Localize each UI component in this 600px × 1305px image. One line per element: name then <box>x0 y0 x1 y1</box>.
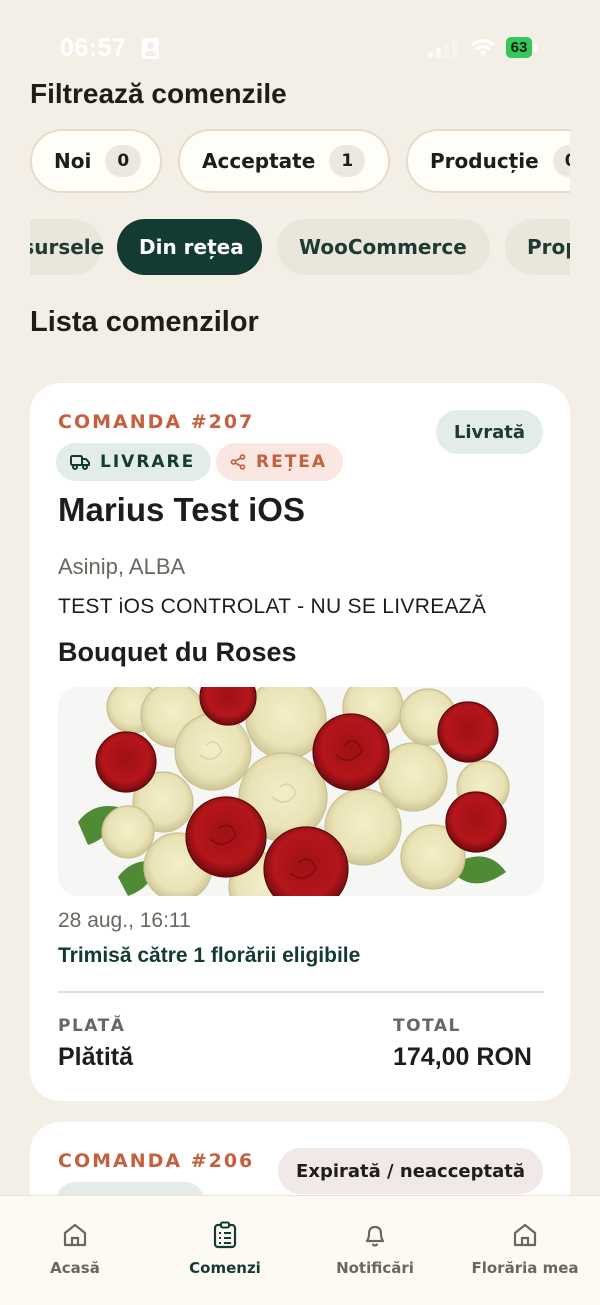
product-image <box>58 687 544 896</box>
wifi-icon <box>471 39 495 56</box>
order-card[interactable]: COMANDA #207 Livrată LIVRARE REȚEA Mariu… <box>30 383 570 1101</box>
source-filter-row[interactable]: Toate sursele Din rețea WooCommerce Prop… <box>30 218 570 276</box>
status-bar: 06:57 63 <box>0 0 600 96</box>
filter-chip-count: 0 <box>552 145 570 177</box>
share-icon <box>230 454 246 470</box>
rose-bouquet-image <box>58 687 544 896</box>
nav-item-notificari[interactable]: Notificări <box>300 1196 450 1305</box>
nav-item-comenzi[interactable]: Comenzi <box>150 1196 300 1305</box>
payment-label: PLATĂ <box>58 1016 126 1036</box>
order-date: 28 aug., 16:11 <box>58 909 191 932</box>
filter-chip-acceptate[interactable]: Acceptate 1 <box>178 129 390 193</box>
network-tag: REȚEA <box>216 443 344 481</box>
filter-chip-count: 1 <box>329 145 366 177</box>
person-icon <box>142 38 159 59</box>
nav-item-acasa[interactable]: Acasă <box>0 1196 150 1305</box>
customer-name: Marius Test iOS <box>58 491 305 528</box>
total-value: 174,00 RON <box>393 1043 532 1071</box>
home-icon <box>63 1223 87 1247</box>
store-icon <box>513 1223 537 1247</box>
order-number: COMANDA #206 <box>58 1150 255 1172</box>
filter-chip-label: Producție <box>430 149 539 173</box>
filter-chip-label: Acceptate <box>202 149 316 173</box>
delivery-tag: LIVRARE <box>56 443 212 481</box>
status-time: 06:57 <box>60 34 127 62</box>
nav-item-floraria-mea[interactable]: Florăria mea <box>450 1196 600 1305</box>
delivery-tag-label: LIVRARE <box>100 452 196 472</box>
network-tag-label: REȚEA <box>256 452 328 472</box>
source-chip-woocommerce[interactable]: WooCommerce <box>277 219 490 275</box>
source-chip-toate[interactable]: Toate sursele <box>30 219 104 275</box>
filter-chip-count: 0 <box>105 145 142 177</box>
bottom-nav: Acasă Comenzi Notificări Florăria mea <box>0 1195 600 1305</box>
battery-tip <box>534 44 538 52</box>
cellular-signal-icon <box>428 40 458 58</box>
filter-chip-productie[interactable]: Producție 0 <box>406 129 570 193</box>
status-filter-row[interactable]: Noi 0 Acceptate 1 Producție 0 <box>30 128 570 196</box>
divider <box>58 991 544 993</box>
section-title: Lista comenzilor <box>30 306 259 338</box>
source-chip-proprii[interactable]: Proprii <box>505 219 570 275</box>
payment-status: Plătită <box>58 1043 134 1071</box>
nav-label: Comenzi <box>189 1259 261 1277</box>
bell-icon <box>365 1225 385 1247</box>
nav-label: Notificări <box>336 1259 414 1277</box>
sent-to-florists: Trimisă către 1 florării eligibile <box>58 944 361 967</box>
product-name: Bouquet du Roses <box>58 637 297 667</box>
order-number: COMANDA #207 <box>58 411 255 433</box>
battery-icon: 63 <box>506 37 532 58</box>
source-chip-din-retea[interactable]: Din rețea <box>117 219 262 275</box>
filter-chip-label: Noi <box>54 149 92 173</box>
filter-chip-noi[interactable]: Noi 0 <box>30 129 162 193</box>
total-label: TOTAL <box>393 1016 461 1036</box>
status-badge: Livrată <box>435 410 543 454</box>
nav-label: Florăria mea <box>471 1259 579 1277</box>
truck-icon <box>70 455 90 470</box>
order-note: TEST iOS CONTROLAT - NU SE LIVREAZĂ <box>58 595 487 618</box>
nav-label: Acasă <box>50 1259 100 1277</box>
delivery-address: Asinip, ALBA <box>58 554 186 579</box>
status-badge: Expirată / neacceptată <box>278 1148 543 1194</box>
clipboard-list-icon <box>213 1221 237 1249</box>
